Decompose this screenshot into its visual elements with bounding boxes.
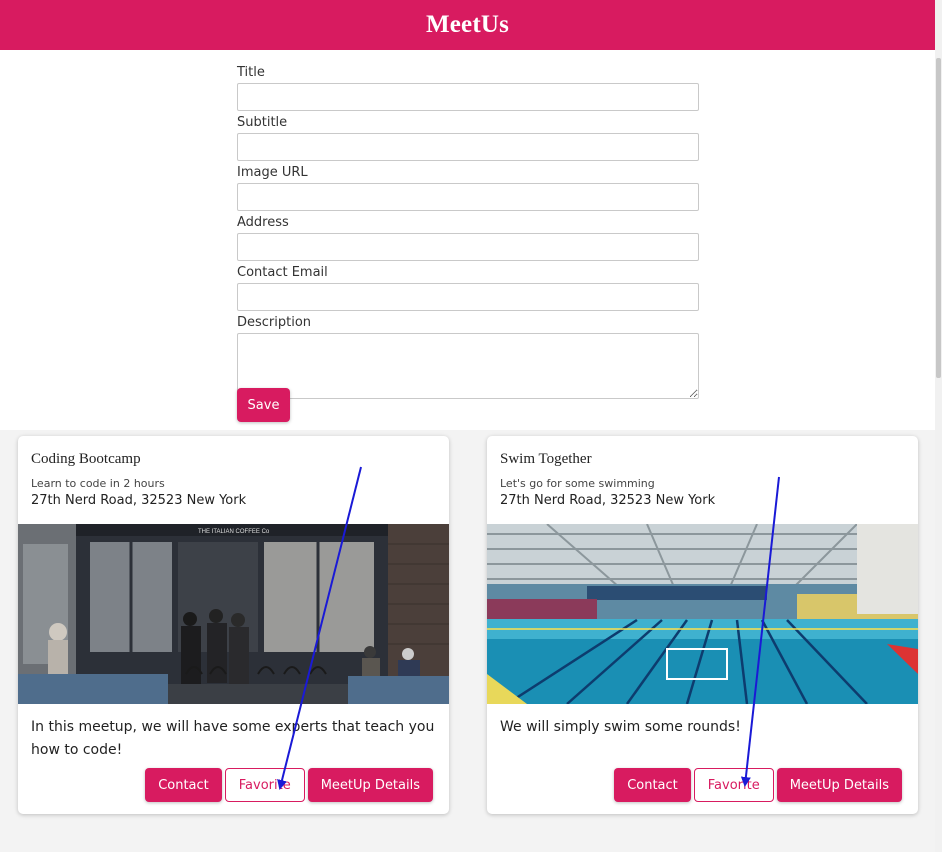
storefront-sign: THE ITALIAN COFFEE Co [198, 529, 270, 535]
address-label: Address [237, 215, 289, 230]
contact-button[interactable]: Contact [614, 768, 691, 802]
meetup-address: 27th Nerd Road, 32523 New York [31, 493, 247, 508]
favorite-button[interactable]: Favorite [693, 768, 774, 802]
subtitle-label: Subtitle [237, 115, 288, 130]
save-button[interactable]: Save [237, 388, 290, 422]
favorite-button[interactable]: Favorite [224, 768, 305, 802]
subtitle-input[interactable] [237, 133, 699, 161]
meetup-title: Swim Together [500, 451, 592, 467]
create-meetup-form: Title Subtitle Image URL Address Contact… [237, 66, 699, 403]
meetup-subtitle: Let's go for some swimming [500, 477, 655, 490]
address-input[interactable] [237, 233, 699, 261]
page-scrollbar[interactable] [935, 0, 942, 852]
meetup-card: Swim Together Let's go for some swimming… [487, 436, 918, 814]
meetup-details-button[interactable]: MeetUp Details [776, 768, 902, 802]
image-url-label: Image URL [237, 165, 308, 180]
meetup-description: In this meetup, we will have some expert… [31, 719, 435, 758]
meetup-address: 27th Nerd Road, 32523 New York [500, 493, 716, 508]
contact-email-input[interactable] [237, 283, 699, 311]
app-title: MeetUs [425, 11, 510, 38]
meetup-actions: Contact Favorite MeetUp Details [145, 768, 433, 802]
app-header: MeetUs [0, 0, 935, 50]
meetup-description: We will simply swim some rounds! [500, 719, 741, 735]
contact-email-label: Contact Email [237, 265, 328, 280]
scrollbar-thumb[interactable] [936, 58, 941, 378]
meetup-actions: Contact Favorite MeetUp Details [614, 768, 902, 802]
meetup-title: Coding Bootcamp [31, 451, 141, 467]
description-label: Description [237, 315, 312, 330]
title-label: Title [237, 65, 265, 80]
meetup-details-button[interactable]: MeetUp Details [307, 768, 433, 802]
title-input[interactable] [237, 83, 699, 111]
description-textarea[interactable] [237, 333, 699, 399]
image-url-input[interactable] [237, 183, 699, 211]
meetup-subtitle: Learn to code in 2 hours [31, 477, 165, 490]
meetup-card: Coding Bootcamp Learn to code in 2 hours… [18, 436, 449, 814]
contact-button[interactable]: Contact [145, 768, 222, 802]
meetup-image-coffee-shop: THE ITALIAN COFFEE Co [18, 524, 449, 704]
meetup-image-swimming-pool [487, 524, 918, 704]
